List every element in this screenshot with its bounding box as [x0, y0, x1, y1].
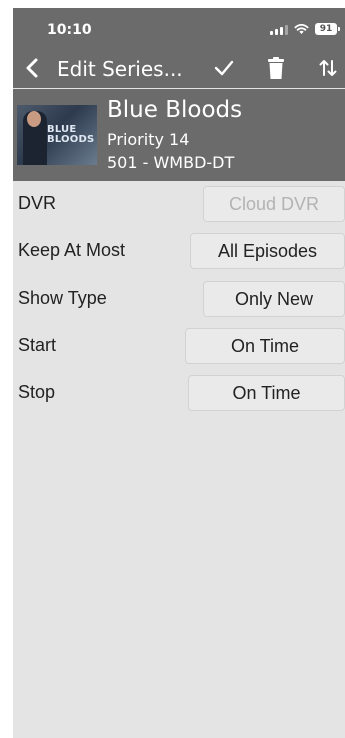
check-icon[interactable]	[213, 58, 235, 78]
start-select-button[interactable]: On Time	[185, 328, 345, 364]
stop-select-button[interactable]: On Time	[188, 375, 345, 411]
setting-row-stop: Stop On Time	[13, 370, 345, 414]
status-icons: 91	[270, 22, 340, 36]
nav-bar: Edit Series...	[13, 48, 345, 88]
setting-row-dvr: DVR Cloud DVR	[13, 181, 345, 225]
dvr-select-button[interactable]: Cloud DVR	[203, 186, 345, 222]
setting-label: DVR	[18, 193, 57, 213]
series-header: BLUE BLOODS Blue Bloods Priority 14 501 …	[13, 89, 345, 181]
nav-title: Edit Series...	[57, 57, 183, 81]
setting-label: Start	[18, 335, 57, 355]
show-title: Blue Bloods	[107, 97, 243, 123]
chevron-left-icon[interactable]	[21, 56, 43, 80]
signal-icon	[270, 24, 288, 35]
setting-row-keep-at-most: Keep At Most All Episodes	[13, 228, 345, 272]
status-bar: 10:10 91	[13, 8, 345, 48]
keep-at-most-select-button[interactable]: All Episodes	[190, 233, 345, 269]
show-poster: BLUE BLOODS	[17, 105, 97, 165]
setting-label: Stop	[18, 382, 56, 402]
setting-row-show-type: Show Type Only New	[13, 276, 345, 320]
setting-row-start: Start On Time	[13, 323, 345, 367]
show-channel: 501 - WMBD-DT	[107, 153, 235, 172]
battery-icon: 91	[315, 23, 340, 35]
wifi-icon	[294, 23, 309, 34]
sort-icon[interactable]	[318, 57, 338, 79]
show-type-select-button[interactable]: Only New	[203, 281, 345, 317]
poster-logo-line2: BLOODS	[47, 134, 95, 145]
poster-logo: BLUE BLOODS	[47, 125, 95, 145]
trash-icon[interactable]	[268, 57, 284, 79]
poster-face	[27, 111, 41, 127]
status-time: 10:10	[47, 22, 92, 38]
setting-label: Keep At Most	[18, 240, 126, 260]
setting-label: Show Type	[18, 288, 107, 308]
app-screen: 10:10 91 Edit Series... BLUE BLOODS Blue…	[13, 8, 345, 738]
show-priority: Priority 14	[107, 130, 190, 149]
